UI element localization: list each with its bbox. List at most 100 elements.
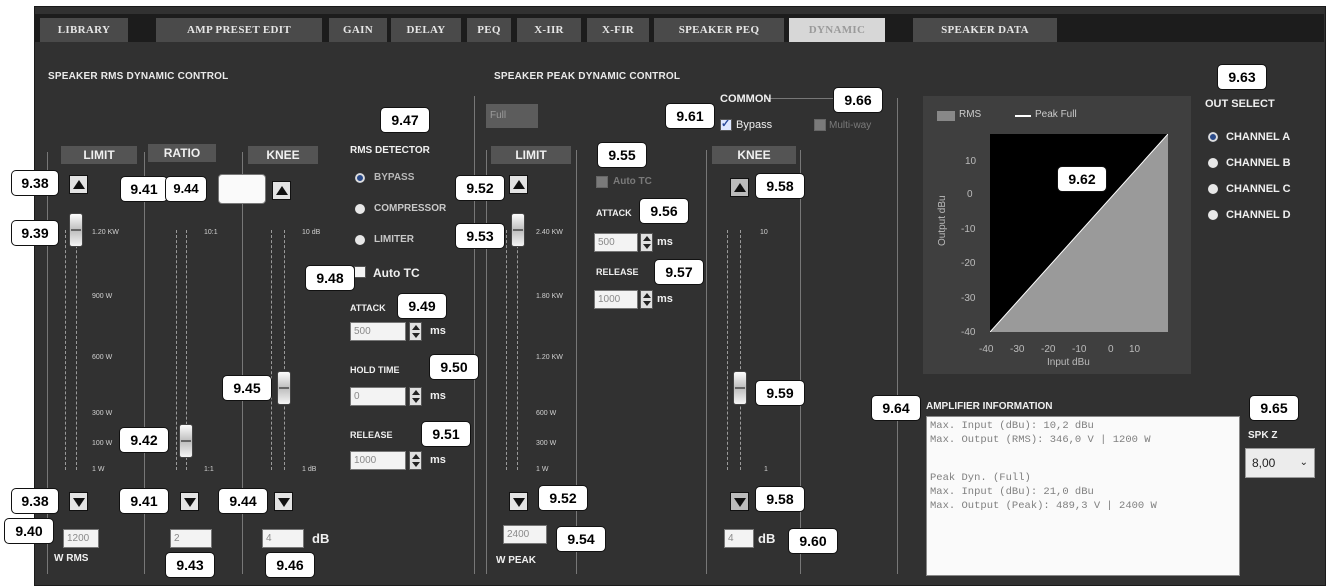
- rms-limit-value-field[interactable]: 1200: [63, 529, 99, 548]
- rms-knee-up-button[interactable]: [272, 181, 291, 200]
- rms-section-title: SPEAKER RMS DYNAMIC CONTROL: [48, 71, 229, 82]
- rms-ratio-value-field[interactable]: 2: [170, 529, 212, 548]
- peak-panel-border: [474, 96, 475, 574]
- rms-knee-value-field[interactable]: 4: [262, 529, 304, 548]
- peak-limit-track[interactable]: [517, 215, 519, 470]
- rms-ratio-down-button[interactable]: [180, 492, 199, 511]
- common-multiway-checkbox[interactable]: [814, 119, 826, 131]
- callout-9-60: 9.60: [789, 529, 837, 553]
- y-axis-label: Output dBu: [937, 195, 948, 246]
- rms-release-field[interactable]: 1000: [350, 451, 406, 470]
- rms-knee-header: KNEE: [248, 146, 318, 164]
- callout-9-56: 9.56: [640, 199, 688, 223]
- spk-z-select[interactable]: 8,00 ⌄: [1245, 448, 1315, 478]
- peak-release-field[interactable]: 1000: [594, 290, 638, 309]
- callout-9-39: 9.39: [12, 221, 58, 245]
- peak-limit-down-button[interactable]: [509, 492, 528, 511]
- rms-detector-title: RMS DETECTOR: [350, 145, 430, 156]
- peak-knee-up-button[interactable]: [730, 178, 749, 197]
- peak-mode-button[interactable]: Full: [486, 104, 538, 128]
- callout-9-47: 9.47: [381, 108, 429, 132]
- peak-limit-value-field[interactable]: 2400: [503, 525, 547, 544]
- rms-detector-limiter-label: LIMITER: [374, 234, 414, 245]
- out-channel-d-radio[interactable]: [1207, 209, 1219, 221]
- common-multiway-label: Multi-way: [829, 120, 872, 131]
- y-tick: -40: [961, 327, 976, 338]
- rms-hold-label: HOLD TIME: [350, 365, 400, 375]
- callout-9-41-top: 9.41: [121, 177, 167, 201]
- rms-knee-slider-thumb[interactable]: [277, 371, 291, 405]
- rms-detector-limiter-radio[interactable]: [354, 234, 366, 246]
- rms-detector-compressor-radio[interactable]: [354, 203, 366, 215]
- tab-amp-preset-edit[interactable]: AMP PRESET EDIT: [156, 18, 322, 42]
- x-tick: -40: [979, 344, 994, 355]
- callout-9-53: 9.53: [456, 224, 504, 248]
- rms-limit-up-button[interactable]: [69, 175, 88, 194]
- peak-knee-value-field[interactable]: 4: [724, 529, 754, 548]
- y-tick: 10: [965, 156, 977, 167]
- tab-delay[interactable]: DELAY: [391, 18, 461, 42]
- tab-x-fir[interactable]: X-FIR: [587, 18, 649, 42]
- tab-x-iir[interactable]: X-IIR: [517, 18, 581, 42]
- amp-info-title: AMPLIFIER INFORMATION: [926, 401, 1053, 412]
- rms-limit-down-button[interactable]: [69, 492, 88, 511]
- peak-knee-down-button[interactable]: [730, 492, 749, 511]
- amp-info-line: Max. Output (RMS): 346,0 V | 1200 W: [930, 434, 1151, 446]
- common-bypass-checkbox[interactable]: [720, 117, 732, 131]
- rms-knee-down-button[interactable]: [274, 492, 293, 511]
- y-tick: 0: [967, 189, 973, 200]
- tab-gain[interactable]: GAIN: [329, 18, 387, 42]
- callout-9-43: 9.43: [166, 553, 214, 577]
- rms-ratio-tick: 10:1: [204, 229, 218, 236]
- rms-hold-field[interactable]: 0: [350, 387, 406, 406]
- out-channel-b-radio[interactable]: [1207, 157, 1219, 169]
- peak-knee-unit: dB: [758, 531, 776, 546]
- tab-speaker-data[interactable]: SPEAKER DATA: [913, 18, 1057, 42]
- dynamics-graph: RMS Peak Full 10 0 -10 -20 -30 -40 Outpu…: [923, 96, 1191, 374]
- peak-auto-tc-checkbox[interactable]: [596, 176, 608, 188]
- rms-knee-track[interactable]: [284, 230, 286, 470]
- peak-knee-track[interactable]: [740, 230, 742, 470]
- peak-limit-tick: 600 W: [536, 410, 557, 417]
- tab-speaker-peq[interactable]: SPEAKER PEQ: [654, 18, 784, 42]
- callout-9-64: 9.64: [872, 396, 920, 420]
- rms-limit-track[interactable]: [76, 215, 78, 470]
- peak-release-spinner[interactable]: [640, 290, 653, 309]
- peak-limit-slider-thumb[interactable]: [511, 213, 525, 247]
- peak-attack-field[interactable]: 500: [594, 233, 638, 252]
- callout-9-42: 9.42: [120, 428, 168, 452]
- rms-attack-unit: ms: [430, 325, 446, 337]
- rms-detector-bypass-radio[interactable]: [354, 172, 366, 184]
- callout-9-54: 9.54: [557, 527, 605, 551]
- tab-library[interactable]: LIBRARY: [40, 18, 128, 42]
- rms-attack-label: ATTACK: [350, 303, 386, 313]
- rms-limit-tick: 900 W: [92, 293, 113, 300]
- y-tick: -10: [961, 224, 976, 235]
- peak-knee-tick: 1: [764, 466, 768, 473]
- rms-auto-tc-checkbox[interactable]: [354, 266, 366, 278]
- peak-limit-header: LIMIT: [491, 146, 571, 164]
- peak-knee-slider-thumb[interactable]: [733, 371, 747, 405]
- peak-attack-unit: ms: [657, 236, 673, 248]
- amp-info-line: Max. Input (dBu): 10,2 dBu: [930, 420, 1094, 432]
- tab-dynamic[interactable]: DYNAMIC: [789, 18, 885, 42]
- out-channel-a-radio[interactable]: [1207, 131, 1219, 143]
- rms-release-spinner[interactable]: [409, 451, 422, 470]
- rms-attack-spinner[interactable]: [409, 322, 422, 341]
- peak-knee-scale: [727, 230, 729, 470]
- legend-peak-label: Peak Full: [1035, 109, 1077, 120]
- tab-peq[interactable]: PEQ: [467, 18, 511, 42]
- rms-ratio-header: RATIO: [148, 144, 216, 162]
- rms-hold-spinner[interactable]: [409, 387, 422, 406]
- callout-9-44-top: 9.44: [166, 177, 206, 201]
- spk-z-label: SPK Z: [1248, 430, 1278, 441]
- callout-9-40: 9.40: [5, 519, 53, 543]
- peak-attack-spinner[interactable]: [640, 233, 653, 252]
- rms-attack-field[interactable]: 500: [350, 322, 406, 341]
- rms-limit-slider-thumb[interactable]: [69, 213, 83, 247]
- callout-9-50: 9.50: [430, 355, 478, 379]
- out-channel-c-radio[interactable]: [1207, 183, 1219, 195]
- x-tick: -30: [1010, 344, 1025, 355]
- peak-limit-up-button[interactable]: [509, 175, 528, 194]
- rms-ratio-slider-thumb[interactable]: [179, 424, 193, 458]
